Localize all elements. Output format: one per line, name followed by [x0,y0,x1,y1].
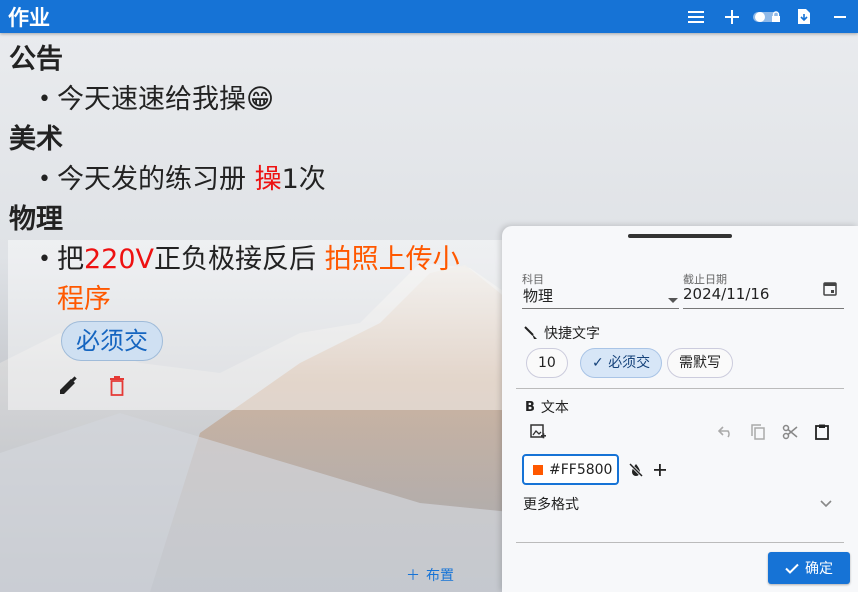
toolbar-actions [678,0,858,33]
list-item[interactable]: • 把220V正负极接反后 拍照上传小程序 [0,240,510,320]
calendar-icon[interactable] [819,277,841,299]
brush-icon [524,326,537,339]
due-date-underline [683,308,844,309]
subject-heading: 公告 [9,44,63,75]
quick-chip[interactable]: 10 [526,348,568,378]
item-highlight: 拍照上传小 [324,244,460,275]
bullet: • [38,167,51,192]
app-title: 作业 [8,5,50,30]
quick-text-label: 快捷文字 [544,326,600,342]
divider [516,542,844,543]
divider [516,388,844,389]
color-input[interactable]: #FF5800 [522,454,619,485]
paste-icon[interactable] [811,421,833,443]
quick-chip[interactable]: 需默写 [667,348,733,378]
app-bar: 作业 [0,0,858,33]
layout-label: 布置 [426,568,454,584]
item-highlight: 220V [84,244,155,275]
text-label: 文本 [540,400,569,416]
color-off-icon[interactable] [625,459,647,481]
add-icon: ＋ [406,568,420,584]
edit-icon[interactable] [56,374,80,398]
more-format-toggle[interactable]: 更多格式 [523,494,579,514]
add-color-icon[interactable] [649,459,671,481]
check-icon: ✓ [592,355,609,371]
grin-emoji: 😁 [246,84,275,115]
layout-button[interactable]: ＋ 布置 [406,565,454,585]
export-file-icon[interactable] [786,0,822,33]
insert-image-icon[interactable] [527,421,549,443]
item-text: 把 [57,244,84,275]
undo-icon[interactable] [715,421,737,443]
editor-sheet: 科目 物理 截止日期 2024/11/16 快捷文字 10 ✓ 必须交 需默写 … [502,226,858,592]
lock-toggle-icon[interactable] [750,0,786,33]
item-highlight: 程序 [57,284,111,315]
bullet: • [38,247,51,272]
copy-icon[interactable] [747,421,769,443]
text-header: B 文本 [525,397,569,417]
list-item[interactable]: • 今天发的练习册 操1次 [0,160,510,200]
list-item[interactable]: • 今天速速给我操😁 [0,80,510,120]
quick-text-header: 快捷文字 [524,323,600,343]
item-text: 今天速速给我操 [57,84,246,115]
minimize-icon[interactable] [822,0,858,33]
subject-underline [522,308,679,309]
delete-icon[interactable] [105,374,129,398]
subject-select[interactable]: 物理 [523,285,553,306]
subject-heading: 物理 [9,204,63,235]
due-date-field[interactable]: 2024/11/16 [683,285,769,303]
homework-list: 公告 • 今天速速给我操😁 美术 • 今天发的练习册 操1次 物理 • 把220V正负… [0,40,510,320]
bullet: • [38,87,51,112]
color-swatch [533,464,543,475]
color-value: #FF5800 [549,461,613,478]
item-text: 今天发的练习册 [57,164,255,195]
chip-label: 必须交 [608,355,651,371]
item-highlight: 操 [254,164,282,195]
cut-icon[interactable] [779,421,801,443]
menu-icon[interactable] [678,0,714,33]
drag-handle[interactable] [628,234,732,238]
confirm-button[interactable]: 确定 [768,552,850,584]
quick-chip-selected[interactable]: ✓ 必须交 [580,348,663,378]
item-text: 正负极接反后 [154,244,325,275]
bold-icon: B [525,399,535,415]
chevron-down-icon[interactable] [668,289,678,308]
add-icon[interactable] [714,0,750,33]
required-tag: 必须交 [61,321,163,361]
confirm-label: 确定 [805,561,833,577]
check-icon [785,563,799,574]
chevron-down-icon[interactable] [815,493,837,515]
subject-heading: 美术 [9,124,63,155]
item-text: 1次 [281,164,326,195]
